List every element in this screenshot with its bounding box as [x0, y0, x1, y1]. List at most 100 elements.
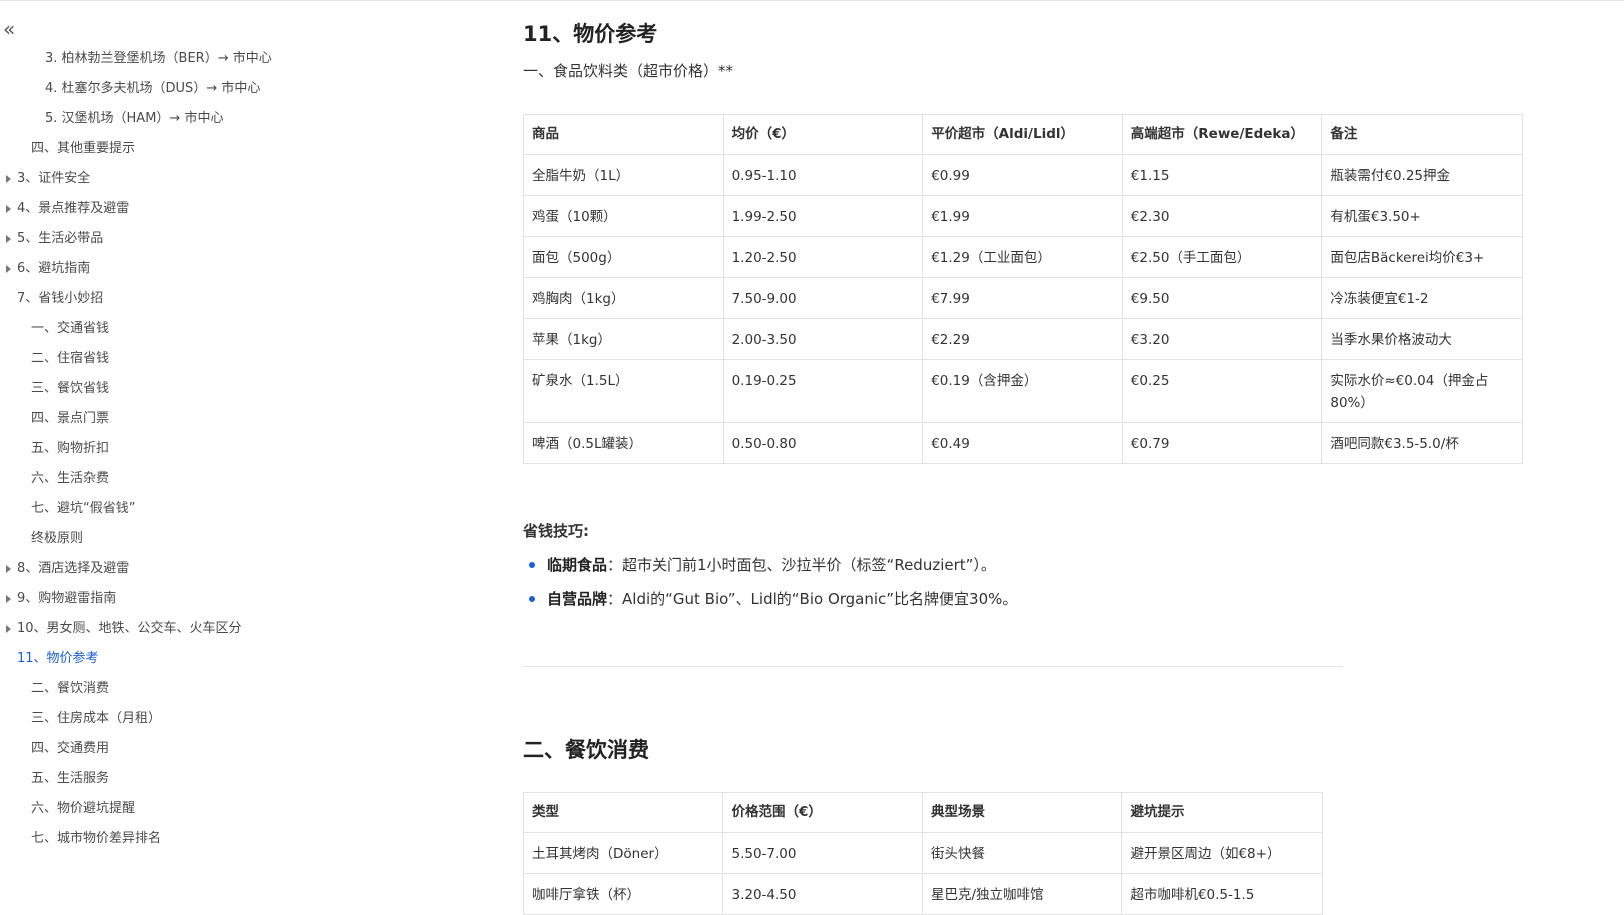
- table-cell: 0.50-0.80: [722, 422, 924, 464]
- toc-item[interactable]: 三、餐饮省钱: [0, 374, 520, 404]
- table-cell: 0.95-1.10: [722, 154, 924, 196]
- toc-item-label: 六、生活杂费: [31, 471, 110, 486]
- table-row: 全脂牛奶（1L） 0.95-1.10 €0.99 €1.15 瓶装需付€0.25押金: [523, 154, 1523, 196]
- table-row: 面包（500g） 1.20-2.50 €1.29（工业面包） €2.50（手工面包）面…: [523, 236, 1523, 278]
- table-cell: 鸡蛋（10颗）: [523, 195, 724, 237]
- toc-item-label: 四、其他重要提示: [31, 141, 136, 156]
- toc-item[interactable]: 一、交通省钱: [0, 314, 520, 344]
- table-cell: €9.50: [1121, 277, 1323, 319]
- table-cell: 超市咖啡机€0.5-1.5: [1121, 873, 1323, 915]
- table-cell: 星巴克/独立咖啡馆: [921, 873, 1123, 915]
- toc-item-label: 终极原则: [31, 531, 84, 546]
- toc-item[interactable]: 7、省钱小妙招: [0, 284, 520, 314]
- table-cell: €2.50（手工面包）: [1121, 236, 1323, 278]
- toc-item[interactable]: 五、购物折扣: [0, 434, 520, 464]
- column-header: 价格范围（€）: [722, 792, 923, 833]
- table-cell: €2.29: [922, 318, 1123, 360]
- toc-item[interactable]: 3. 柏林勃兰登堡机场（BER）→ 市中心: [0, 44, 520, 74]
- toc-item-label: 4、景点推荐及避雷: [17, 201, 130, 216]
- table-cell: 鸡胸肉（1kg）: [523, 277, 724, 319]
- table-row: 啤酒（0.5L罐装） 0.50-0.80 €0.49 €0.79 酒吧同款€3.5-5.…: [523, 422, 1523, 464]
- tips-list: 临期食品：超市关门前1小时面包、沙拉半价（标签“Reduziert”）。自营品牌…: [523, 548, 1523, 616]
- toc-item[interactable]: 8、酒店选择及避雷: [0, 554, 520, 584]
- toc-item-label: 三、住房成本（月租）: [31, 711, 162, 726]
- toc-item[interactable]: 三、住房成本（月租）: [0, 704, 520, 734]
- toc-item[interactable]: 5、生活必带品: [0, 224, 520, 254]
- toc-item[interactable]: 六、物价避坑提醒: [0, 794, 520, 824]
- toc-item[interactable]: 4、景点推荐及避雷: [0, 194, 520, 224]
- price-table: 商品 均价（€） 平价超市（Aldi/Lidl） 高端超市（Rewe/Edeka） 备注…: [523, 114, 1523, 464]
- toc-item[interactable]: 5. 汉堡机场（HAM）→ 市中心: [0, 104, 520, 134]
- bullet-icon: [529, 596, 535, 602]
- table-header-row: 商品 均价（€） 平价超市（Aldi/Lidl） 高端超市（Rewe/Edeka） 备注: [523, 114, 1523, 155]
- column-header: 避坑提示: [1121, 792, 1323, 833]
- tip-title: 临期食品: [547, 556, 608, 574]
- table-row: 咖啡厅拿铁（杯） 3.20-4.50 星巴克/独立咖啡馆 超市咖啡机€0.5-1.5: [522, 873, 1323, 915]
- table-header-row: 类型 价格范围（€） 典型场景 避坑提示: [522, 792, 1323, 833]
- column-header: 均价（€）: [722, 114, 924, 155]
- table-cell: 避开景区周边（如€8+）: [1121, 832, 1323, 874]
- tips-heading: 省钱技巧:: [523, 522, 589, 540]
- tip-title: 自营品牌: [547, 590, 608, 608]
- table-cell: 7.50-9.00: [722, 277, 924, 319]
- table-cell: 矿泉水（1.5L）: [523, 359, 724, 423]
- toc-item-label: 10、男女厕、地铁、公交车、火车区分: [17, 621, 242, 636]
- toc-item[interactable]: 七、避坑“假省钱”: [0, 494, 520, 524]
- table-cell: 5.50-7.00: [722, 832, 923, 874]
- toc-item[interactable]: 七、城市物价差异排名: [0, 824, 520, 854]
- column-header: 类型: [522, 792, 724, 833]
- tip-text: ：Aldi的“Gut Bio”、Lidl的“Bio Organic”比名牌便宜3…: [607, 590, 1018, 608]
- table-cell: 面包店Bäckerei均价€3+: [1321, 236, 1523, 278]
- tip-text: ：超市关门前1小时面包、沙拉半价（标签“Reduziert”）。: [607, 556, 996, 574]
- table-cell: 冷冻装便宜€1-2: [1321, 277, 1523, 319]
- toc-item[interactable]: 五、生活服务: [0, 764, 520, 794]
- caret-right-icon[interactable]: [6, 175, 11, 183]
- toc-item[interactable]: 4. 杜塞尔多夫机场（DUS）→ 市中心: [0, 74, 520, 104]
- toc-item[interactable]: 六、生活杂费: [0, 464, 520, 494]
- table-cell: €1.99: [922, 195, 1123, 237]
- caret-right-icon[interactable]: [6, 625, 11, 633]
- caret-right-icon[interactable]: [6, 205, 11, 213]
- toc-item-label: 一、交通省钱: [31, 321, 110, 336]
- table-row: 土耳其烤肉（Döner） 5.50-7.00 街头快餐 避开景区周边（如€8+）: [522, 832, 1323, 874]
- table-cell: €2.30: [1121, 195, 1323, 237]
- table-cell: €0.49: [922, 422, 1123, 464]
- table-cell: €0.99: [922, 154, 1123, 196]
- toc-item[interactable]: 3、证件安全: [0, 164, 520, 194]
- table-cell: 2.00-3.50: [722, 318, 924, 360]
- toc-item[interactable]: 11、物价参考: [0, 644, 520, 674]
- toc-item[interactable]: 10、男女厕、地铁、公交车、火车区分: [0, 614, 520, 644]
- toc-item-label: 11、物价参考: [17, 651, 99, 666]
- subsection-title: 一、食品饮料类（超市价格）**: [523, 62, 734, 80]
- bullet-icon: [529, 562, 535, 568]
- table-cell: 全脂牛奶（1L）: [523, 154, 724, 196]
- table-cell: 有机蛋€3.50+: [1321, 195, 1523, 237]
- table-cell: €7.99: [922, 277, 1123, 319]
- toc-item-label: 六、物价避坑提醒: [31, 801, 136, 816]
- toc-item-label: 四、景点门票: [31, 411, 110, 426]
- collapse-sidebar-icon[interactable]: «: [3, 18, 23, 40]
- toc-item[interactable]: 四、交通费用: [0, 734, 520, 764]
- toc-item[interactable]: 四、其他重要提示: [0, 134, 520, 164]
- table-cell: €3.20: [1121, 318, 1323, 360]
- table-cell: €1.15: [1121, 154, 1323, 196]
- toc-item[interactable]: 9、购物避雷指南: [0, 584, 520, 614]
- table-cell: 啤酒（0.5L罐装）: [523, 422, 724, 464]
- table-cell: 街头快餐: [921, 832, 1123, 874]
- divider: [523, 666, 1343, 667]
- toc-item-label: 5、生活必带品: [17, 231, 104, 246]
- toc-item-label: 五、购物折扣: [31, 441, 110, 456]
- toc-item[interactable]: 6、避坑指南: [0, 254, 520, 284]
- caret-right-icon[interactable]: [6, 235, 11, 243]
- caret-right-icon[interactable]: [6, 265, 11, 273]
- table-cell: 酒吧同款€3.5-5.0/杯: [1321, 422, 1523, 464]
- toc-item[interactable]: 二、餐饮消费: [0, 674, 520, 704]
- table-row: 鸡蛋（10颗） 1.99-2.50 €1.99 €2.30 有机蛋€3.50+: [523, 195, 1523, 237]
- toc-item[interactable]: 终极原则: [0, 524, 520, 554]
- caret-right-icon[interactable]: [6, 595, 11, 603]
- caret-right-icon[interactable]: [6, 565, 11, 573]
- toc-item[interactable]: 二、住宿省钱: [0, 344, 520, 374]
- table-row: 鸡胸肉（1kg） 7.50-9.00 €7.99 €9.50 冷冻装便宜€1-2: [523, 277, 1523, 319]
- toc-item[interactable]: 四、景点门票: [0, 404, 520, 434]
- toc-item-label: 9、购物避雷指南: [17, 591, 117, 606]
